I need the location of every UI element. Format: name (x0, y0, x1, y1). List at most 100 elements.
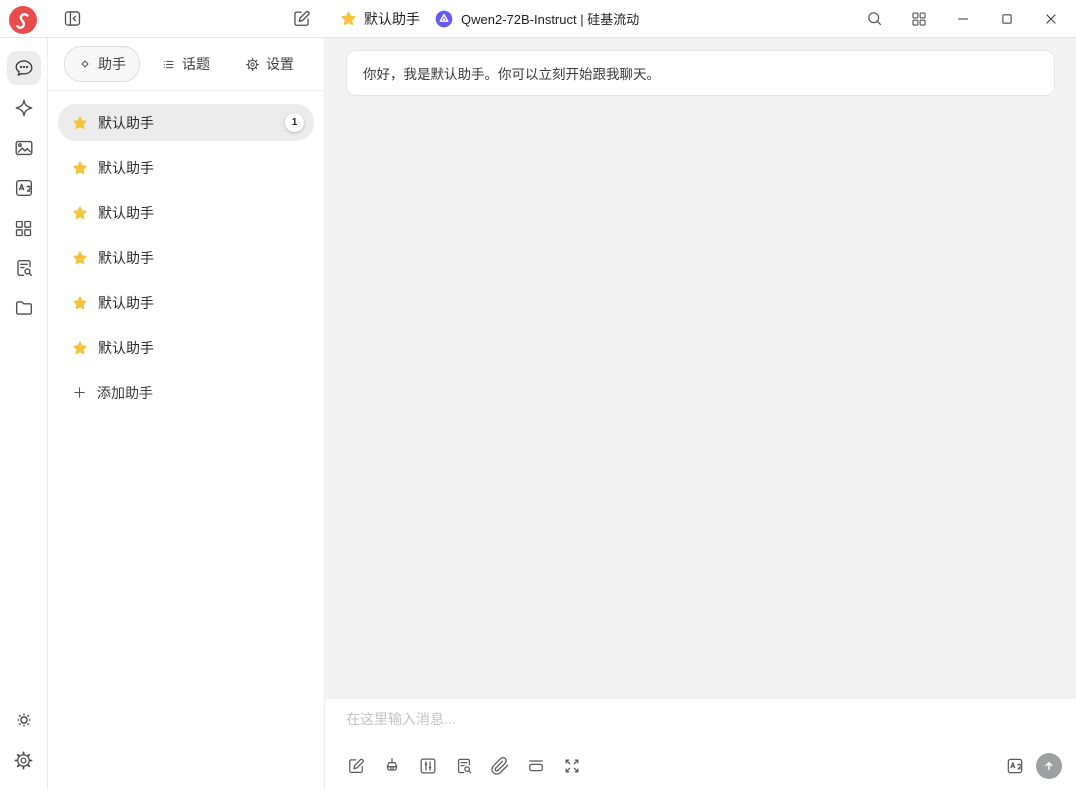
window-maximize-button[interactable] (998, 10, 1016, 28)
assistant-greeting-message: 你好，我是默认助手。你可以立刻开始跟我聊天。 (346, 50, 1055, 96)
assistant-item-label: 默认助手 (98, 338, 154, 358)
gear-icon (13, 750, 34, 771)
assistant-item[interactable]: 默认助手 (58, 284, 314, 321)
nav-chat-button[interactable] (7, 51, 41, 85)
nav-translate-button[interactable] (7, 171, 41, 205)
chat-main: 你好，我是默认助手。你可以立刻开始跟我聊天。 (325, 38, 1076, 789)
file-search-icon (454, 756, 474, 776)
tab-settings[interactable]: 设置 (231, 46, 308, 82)
new-topic-tool-button[interactable] (346, 756, 366, 776)
gear-icon (245, 57, 260, 72)
titlebar-right (865, 9, 1076, 28)
folder-icon (13, 297, 35, 319)
tab-assistants[interactable]: 助手 (64, 46, 140, 82)
nav-miniapps-button[interactable] (7, 211, 41, 245)
expand-input-button[interactable] (562, 756, 582, 776)
translate-icon (13, 177, 35, 199)
window-close-button[interactable] (1042, 10, 1060, 28)
star-icon (340, 10, 357, 27)
app-logo-icon (7, 3, 39, 35)
message-inputbar (325, 699, 1076, 789)
topic-count-badge: 1 (285, 113, 304, 132)
greeting-wrap: 你好，我是默认助手。你可以立刻开始跟我聊天。 (325, 38, 1076, 96)
expand-icon (562, 756, 582, 776)
assistant-item[interactable]: 默认助手 (58, 329, 314, 366)
settings-button[interactable] (7, 743, 41, 777)
window-minimize-button[interactable] (954, 10, 972, 28)
panel-tabs: 助手 话题 设置 (48, 38, 324, 91)
star-icon (72, 205, 88, 221)
translate-input-button[interactable] (1005, 756, 1025, 776)
tab-topics[interactable]: 话题 (147, 46, 224, 82)
current-assistant-label: 默认助手 (364, 9, 420, 29)
navigation-rail (0, 38, 48, 789)
input-tools-right (1005, 753, 1062, 779)
apps-grid-icon (13, 218, 34, 239)
assistant-item[interactable]: 默认助手 (58, 194, 314, 231)
assistant-item-label: 默认助手 (98, 293, 154, 313)
nav-agents-button[interactable] (7, 91, 41, 125)
current-assistant[interactable]: 默认助手 (340, 9, 420, 29)
close-icon (1042, 10, 1060, 28)
sparkle-icon (13, 97, 35, 119)
star-icon (72, 295, 88, 311)
clear-context-icon (526, 756, 546, 776)
assistant-item-selected[interactable]: 默认助手 1 (58, 104, 314, 141)
new-topic-button[interactable] (291, 8, 312, 29)
titlebar-left (0, 0, 325, 37)
broom-icon (382, 756, 402, 776)
mini-apps-button[interactable] (910, 10, 928, 28)
clear-context-button[interactable] (526, 756, 546, 776)
input-toolbar (346, 753, 1062, 779)
image-icon (13, 137, 35, 159)
tab-assistants-label: 助手 (98, 54, 126, 74)
plus-icon (72, 385, 87, 400)
assistant-item[interactable]: 默认助手 (58, 149, 314, 186)
clear-messages-button[interactable] (382, 756, 402, 776)
nav-paintings-button[interactable] (7, 131, 41, 165)
assistant-item-label: 默认助手 (98, 203, 154, 223)
message-input[interactable] (346, 709, 1062, 749)
assistants-panel: 助手 话题 设置 (48, 38, 325, 789)
sidebar-collapse-button[interactable] (62, 8, 83, 29)
star-icon (72, 160, 88, 176)
assistant-item-label: 默认助手 (98, 158, 154, 178)
model-provider-icon (434, 9, 454, 29)
titlebar-center: 默认助手 Qwen2-72B-Instruct | 硅基流动 (340, 9, 639, 29)
nav-knowledge-button[interactable] (7, 251, 41, 285)
message-area (325, 96, 1076, 699)
add-assistant-label: 添加助手 (97, 383, 153, 403)
input-tools-left (346, 756, 582, 776)
assistant-list: 默认助手 1 默认助手 默认助手 默认助手 (48, 91, 324, 424)
chat-bubble-icon (13, 57, 35, 79)
maximize-icon (998, 10, 1016, 28)
add-assistant-button[interactable]: 添加助手 (58, 374, 314, 411)
titlebar: 默认助手 Qwen2-72B-Instruct | 硅基流动 (0, 0, 1076, 38)
tab-topics-label: 话题 (182, 54, 210, 74)
assistant-item[interactable]: 默认助手 (58, 239, 314, 276)
translate-icon (1005, 756, 1025, 776)
search-button[interactable] (865, 9, 884, 28)
chat-settings-button[interactable] (418, 756, 438, 776)
attach-file-button[interactable] (490, 756, 510, 776)
sliders-icon (418, 756, 438, 776)
list-icon (161, 57, 176, 72)
star-icon (72, 250, 88, 266)
diamond-icon (78, 57, 92, 71)
file-search-icon (13, 257, 35, 279)
edit-square-icon (346, 756, 366, 776)
assistant-item-label: 默认助手 (98, 248, 154, 268)
model-label: Qwen2-72B-Instruct | 硅基流动 (461, 9, 639, 28)
theme-sun-icon (13, 709, 35, 731)
arrow-up-icon (1041, 758, 1057, 774)
assistant-item-label: 默认助手 (98, 113, 154, 133)
grid-icon (910, 10, 928, 28)
star-icon (72, 115, 88, 131)
send-message-button[interactable] (1036, 753, 1062, 779)
nav-files-button[interactable] (7, 291, 41, 325)
search-icon (865, 9, 884, 28)
theme-toggle-button[interactable] (7, 703, 41, 737)
paperclip-icon (490, 756, 510, 776)
knowledge-base-button[interactable] (454, 756, 474, 776)
model-selector[interactable]: Qwen2-72B-Instruct | 硅基流动 (434, 9, 639, 29)
